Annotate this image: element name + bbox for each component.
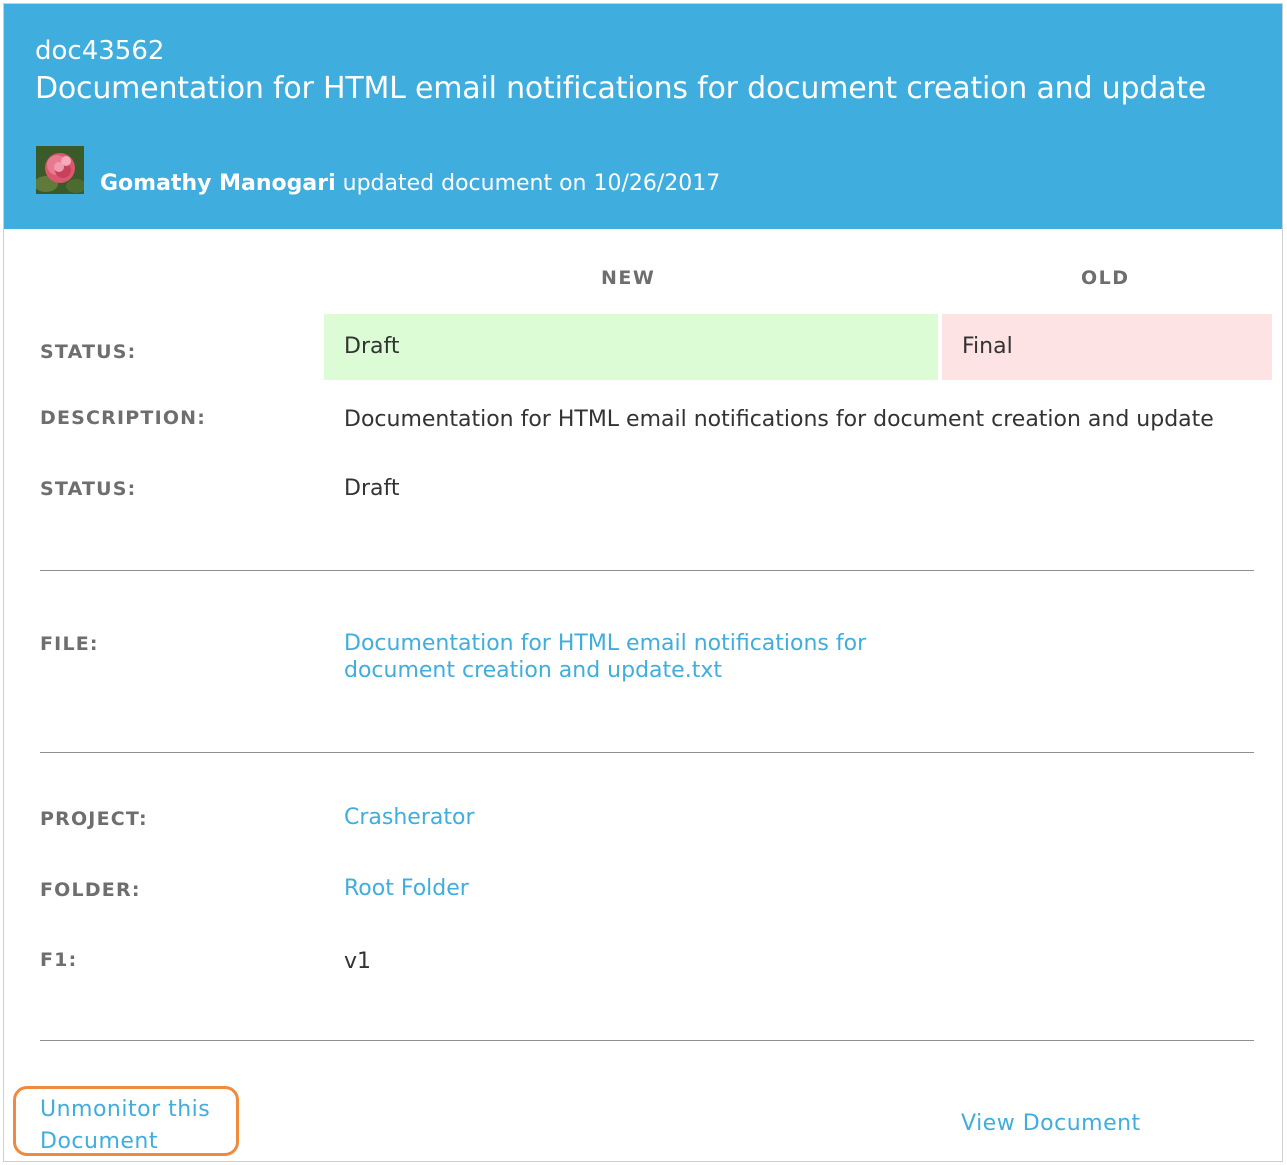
notification-card: doc43562 Documentation for HTML email no… [3,3,1283,1162]
view-document-link[interactable]: View Document [961,1111,1141,1136]
column-header-old: OLD [1081,267,1130,289]
update-action-text: updated document on 10/26/2017 [342,171,721,196]
status-old-value: Final [962,334,1013,359]
file-link[interactable]: Documentation for HTML email notificatio… [344,630,944,684]
divider [40,1040,1254,1041]
f1-label: F1: [40,949,78,971]
status-new-value: Draft [344,334,400,359]
unmonitor-link-line-1[interactable]: Unmonitor this [40,1094,210,1126]
folder-label: FOLDER: [40,879,141,901]
file-label: FILE: [40,633,99,655]
avatar [36,146,84,194]
status-old-cell: Final [942,314,1272,380]
folder-link[interactable]: Root Folder [344,876,469,901]
document-id: doc43562 [35,36,165,66]
document-title: Documentation for HTML email notificatio… [35,71,1207,106]
project-link[interactable]: Crasherator [344,805,475,830]
column-header-new: NEW [601,267,656,289]
notification-header: doc43562 Documentation for HTML email no… [4,4,1282,229]
update-byline: Gomathy Manogari updated document on 10/… [100,170,720,198]
project-label: PROJECT: [40,808,148,830]
status-label: STATUS: [40,478,137,500]
status-change-label: STATUS: [40,341,137,363]
divider [40,752,1254,753]
status-value: Draft [344,476,400,501]
unmonitor-link-line-2[interactable]: Document [40,1126,210,1158]
status-new-cell: Draft [324,314,938,380]
description-value: Documentation for HTML email notificatio… [344,407,1214,432]
file-link-line-2[interactable]: document creation and update.txt [344,657,944,684]
description-label: DESCRIPTION: [40,407,207,429]
file-link-line-1[interactable]: Documentation for HTML email notificatio… [344,630,944,657]
f1-value: v1 [344,949,372,974]
rose-avatar-icon [36,146,84,194]
author-name: Gomathy Manogari [100,171,336,196]
divider [40,570,1254,571]
unmonitor-document-link[interactable]: Unmonitor this Document [40,1094,210,1158]
